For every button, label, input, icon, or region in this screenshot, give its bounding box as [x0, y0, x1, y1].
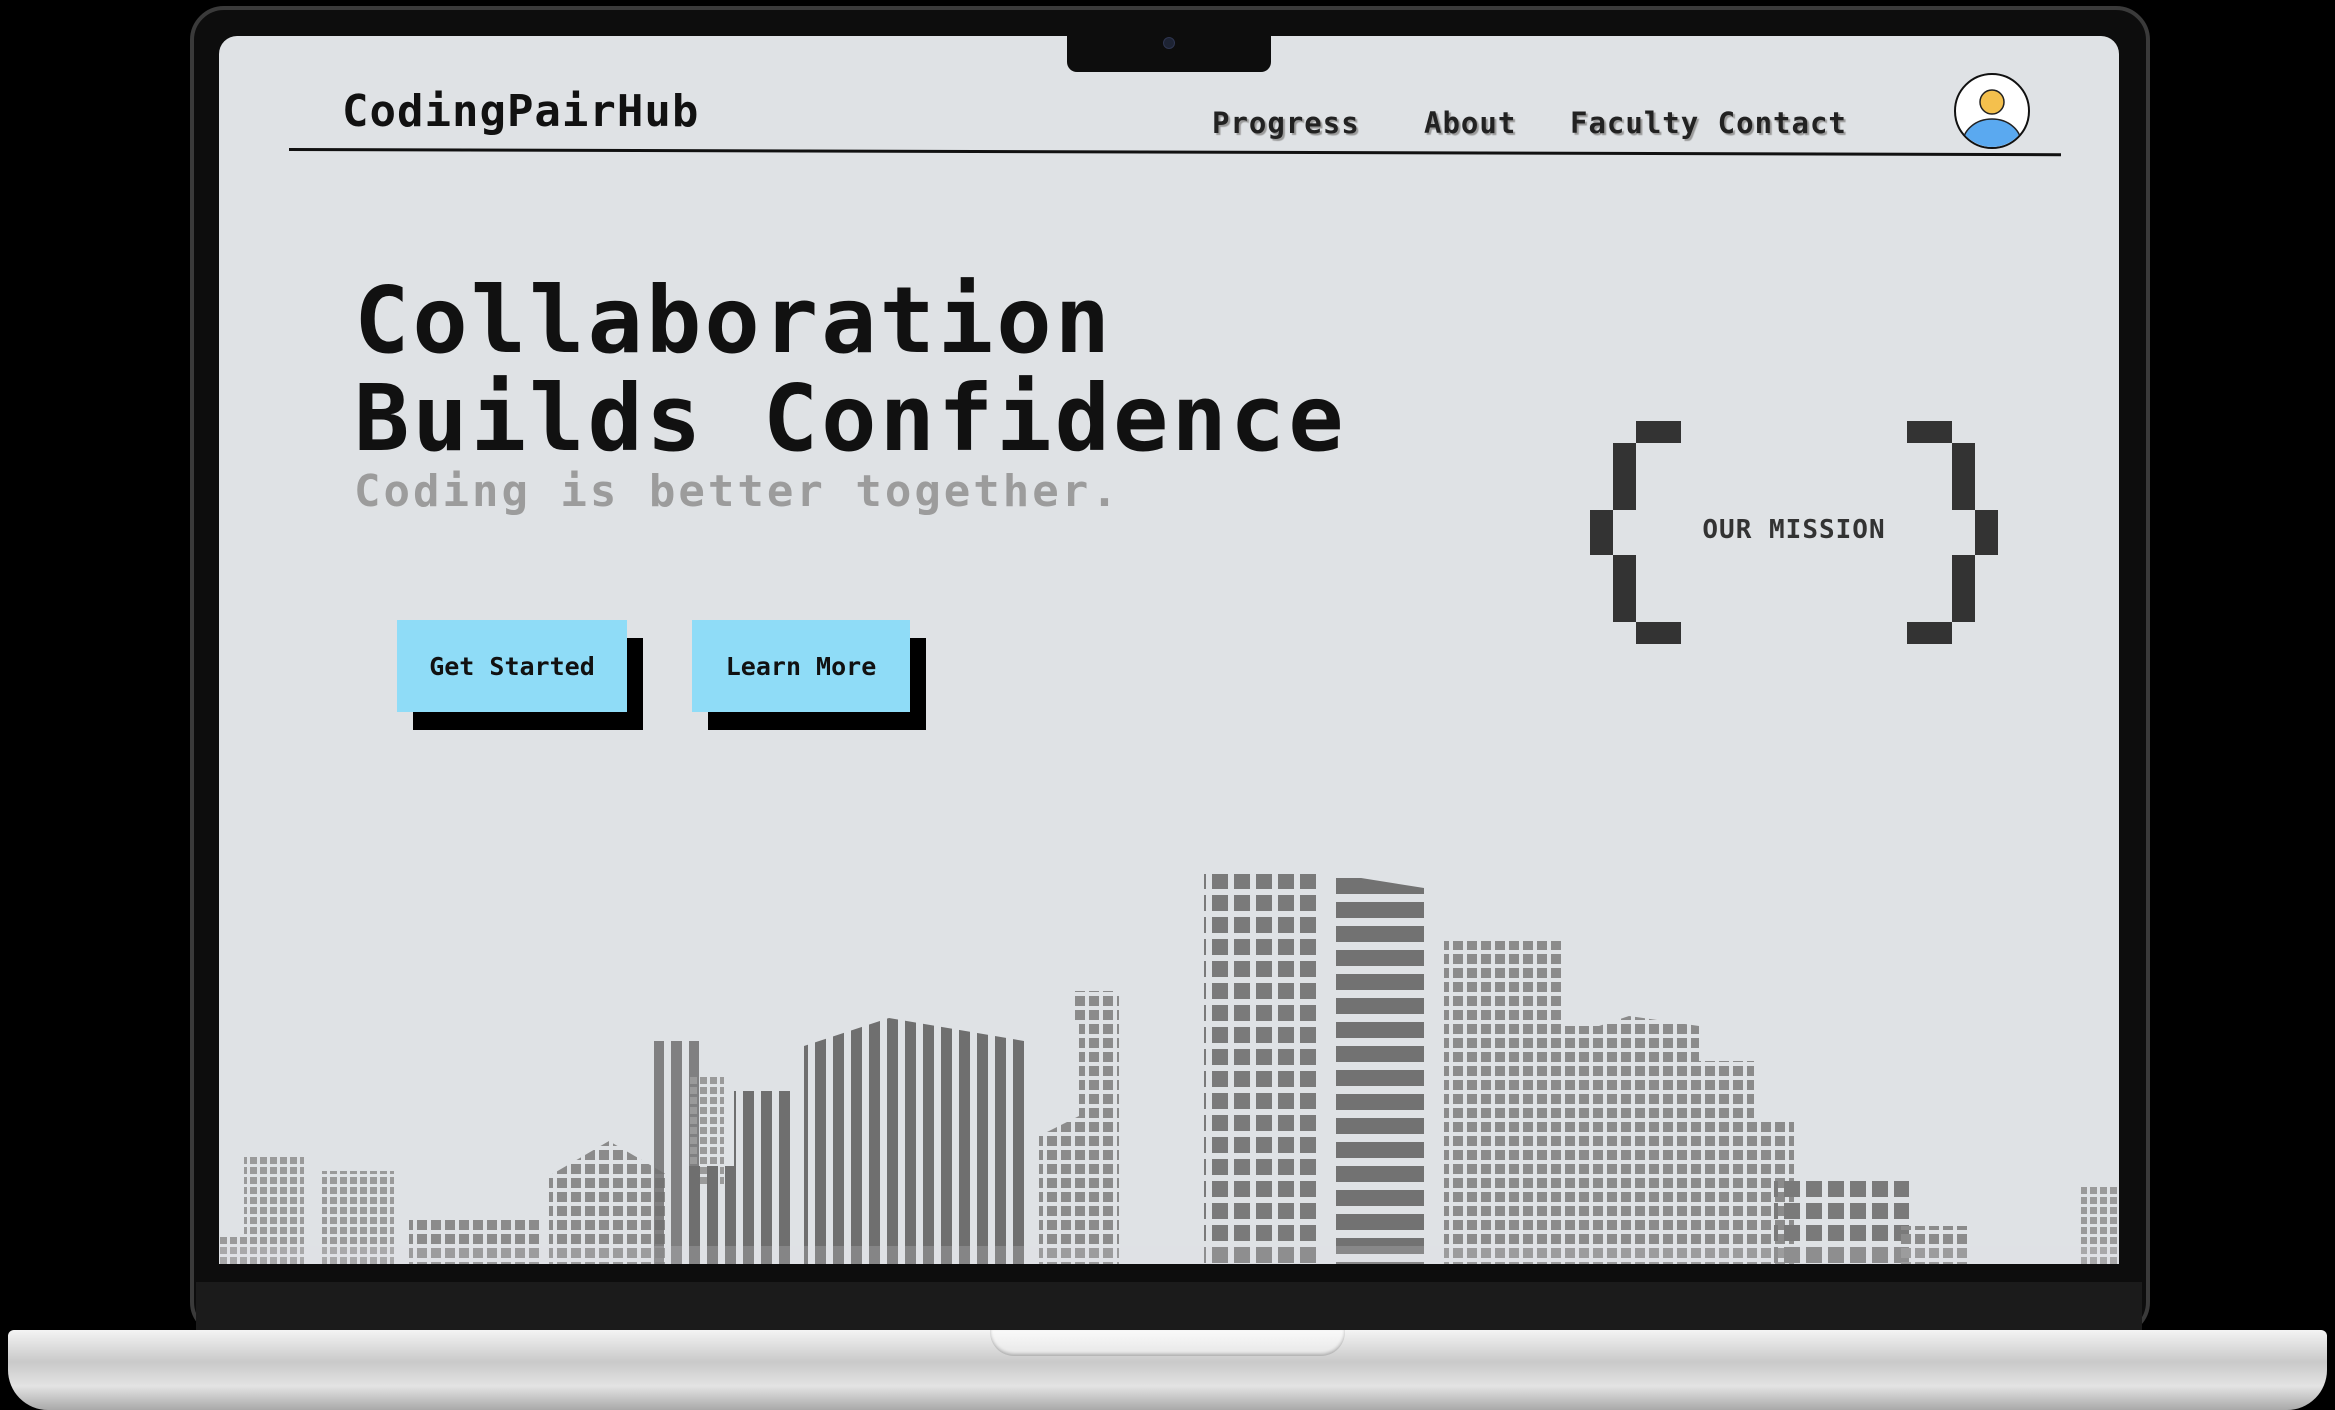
get-started-button[interactable]: Get Started	[397, 620, 627, 712]
site-logo[interactable]: CodingPairHub	[342, 86, 699, 137]
hero-title: Collaboration Builds Confidence	[354, 267, 1347, 472]
header-divider	[288, 148, 2061, 157]
laptop-bezel-bottom	[196, 1282, 2142, 1332]
learn-more-button[interactable]: Learn More	[692, 620, 910, 712]
hero-subtitle: Coding is better together.	[354, 466, 1121, 517]
get-started-button-wrap: Get Started	[397, 620, 643, 730]
our-mission-label: OUR MISSION	[1702, 515, 1886, 545]
laptop-base-notch	[990, 1330, 1345, 1356]
camera-icon	[1163, 37, 1175, 49]
nav-progress-link[interactable]: Progress	[1212, 106, 1360, 140]
learn-more-button-wrap: Learn More	[692, 620, 926, 730]
browser-screen: CodingPairHub Progress About Faculty Con…	[219, 36, 2119, 1264]
our-mission-card[interactable]: OUR MISSION	[1589, 421, 1999, 651]
city-skyline-illustration	[219, 874, 2119, 1264]
nav-faculty-contact-link[interactable]: Faculty Contact	[1570, 106, 1847, 140]
nav-about-link[interactable]: About	[1424, 106, 1516, 140]
user-avatar-icon[interactable]	[1954, 73, 2030, 149]
